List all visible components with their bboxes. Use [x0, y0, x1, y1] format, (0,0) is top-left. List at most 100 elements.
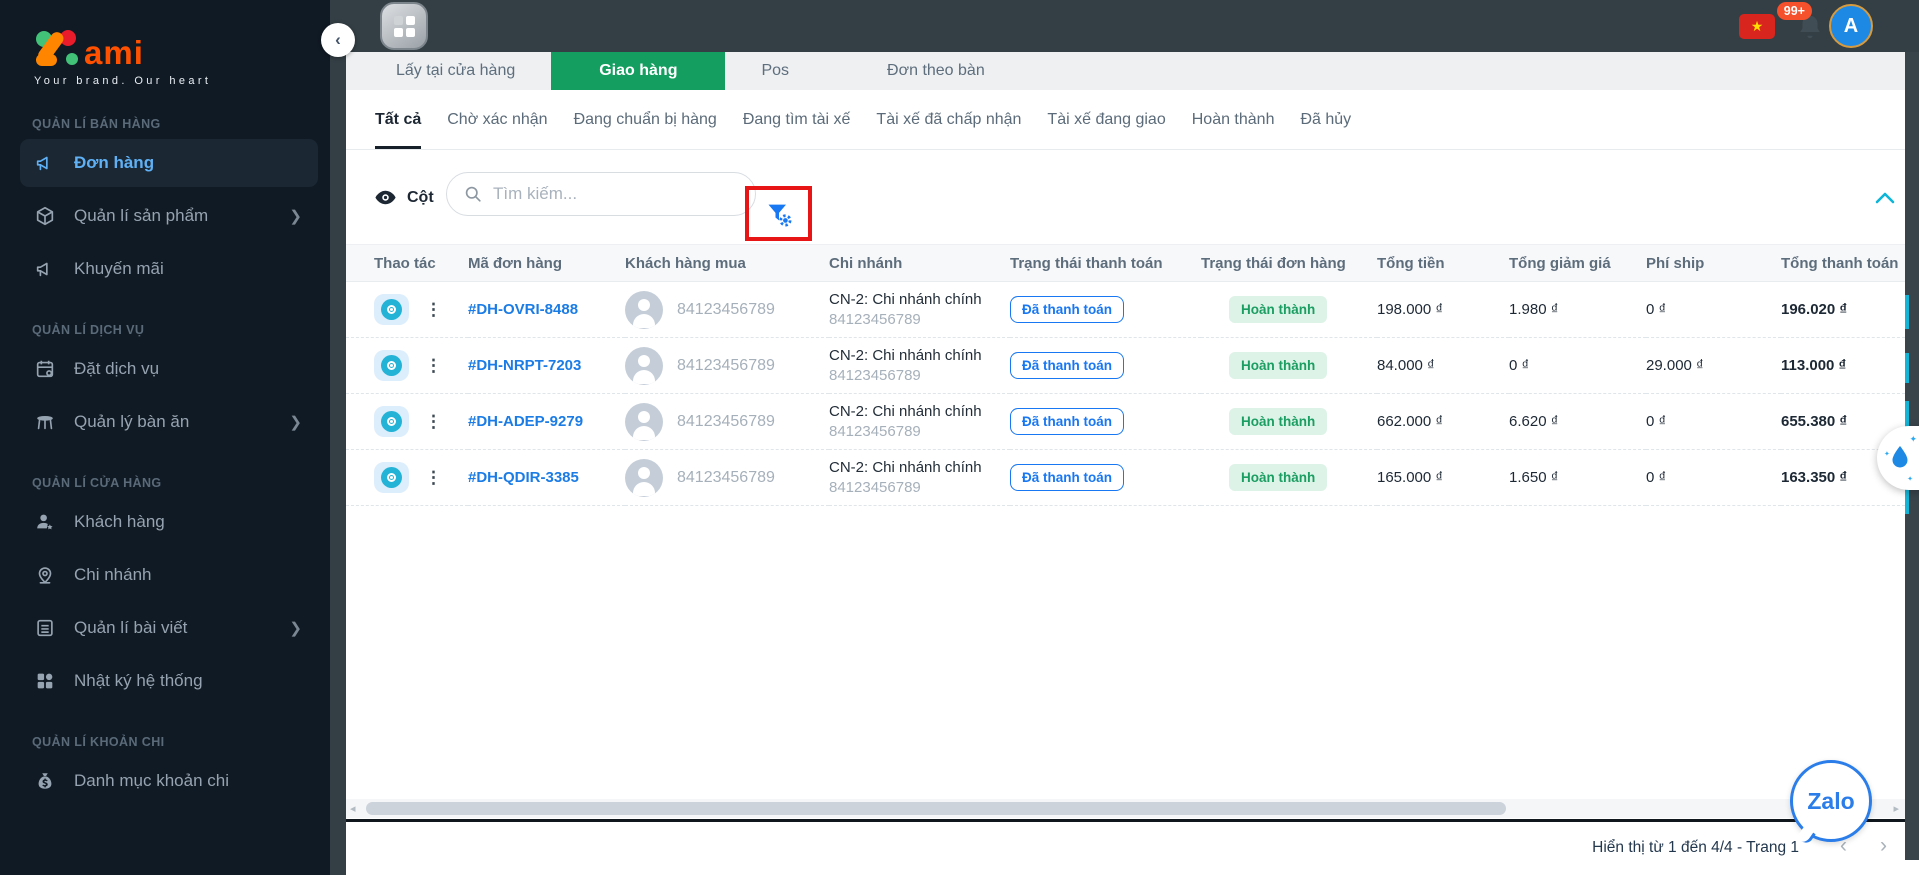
scroll-left-arrow-icon[interactable]: ◂: [350, 802, 356, 815]
order-code-link[interactable]: #DH-NRPT-7203: [468, 357, 581, 374]
sparkle-icon: ✦: [1909, 434, 1917, 444]
payment-status-chip[interactable]: Đã thanh toán: [1010, 464, 1124, 491]
sidebar-item-label: Nhật ký hệ thống: [74, 671, 203, 690]
order-status-badge: Hoàn thành: [1229, 408, 1328, 435]
sidebar-item-quan-li-san-pham[interactable]: Quản lí sản phẩm ❯: [20, 192, 318, 240]
branch-phone: 84123456789: [829, 366, 921, 384]
zami-logo-icon: [36, 30, 78, 66]
brand-logo: ami Your brand. Our heart: [0, 0, 330, 87]
logo-text: ami: [84, 34, 144, 71]
payment-status-chip[interactable]: Đã thanh toán: [1010, 352, 1124, 379]
col-header-trang-thai-don-hang: Trạng thái đơn hàng: [1201, 244, 1377, 282]
eye-icon: [375, 190, 396, 205]
cube-icon: [36, 206, 54, 226]
eye-icon: [381, 355, 402, 376]
pagination-summary: Hiển thị từ 1 đến 4/4 - Trang 1: [1592, 839, 1799, 856]
app-launcher-button[interactable]: [380, 2, 428, 50]
status-tab-tai-xe-da-chap-nhan[interactable]: Tài xế đã chấp nhận: [876, 90, 1021, 149]
ship-fee: 0 ₫: [1646, 413, 1667, 430]
annotation-highlight-box: [745, 186, 812, 241]
horizontal-scrollbar[interactable]: ◂ ▸: [346, 799, 1905, 818]
status-tab-tai-xe-dang-giao[interactable]: Tài xế đang giao: [1047, 90, 1165, 149]
col-header-thao-tac: Thao tác: [346, 244, 468, 282]
status-tab-hoan-thanh[interactable]: Hoàn thành: [1192, 90, 1275, 149]
final-amount: 113.000 ₫: [1781, 357, 1847, 374]
status-tab-dang-chuan-bi-hang[interactable]: Đang chuẩn bị hàng: [574, 90, 717, 149]
sidebar-item-quan-li-bai-viet[interactable]: Quản lí bài viết ❯: [20, 604, 318, 652]
sidebar-item-danh-muc-khoan-chi[interactable]: Danh mục khoản chi: [20, 757, 318, 805]
sidebar-item-quan-ly-ban-an[interactable]: Quản lý bàn ăn ❯: [20, 398, 318, 446]
branch-name: CN-2: Chi nhánh chính: [829, 290, 982, 308]
discount-amount: 1.650 ₫: [1509, 469, 1559, 486]
tab-don-theo-ban[interactable]: Đơn theo bàn: [825, 52, 1047, 90]
row-menu-button[interactable]: ⋮: [425, 357, 442, 374]
user-avatar[interactable]: A: [1829, 4, 1873, 48]
row-menu-button[interactable]: ⋮: [425, 469, 442, 486]
sidebar-collapse-button[interactable]: ‹: [321, 23, 355, 57]
tab-pos[interactable]: Pos: [725, 52, 825, 90]
sidebar-section-sales: QUẢN LÍ BÁN HÀNG: [32, 117, 161, 131]
scroll-accent-segment: [1905, 295, 1909, 329]
map-pin-icon: [38, 567, 52, 584]
order-code-link[interactable]: #DH-OVRI-8488: [468, 301, 578, 318]
megaphone-icon: [36, 156, 48, 171]
sidebar-item-label: Quản lý bàn ăn: [74, 412, 190, 431]
view-order-button[interactable]: [374, 294, 409, 325]
view-order-button[interactable]: [374, 406, 409, 437]
total-amount: 662.000 ₫: [1377, 413, 1444, 430]
scroll-right-arrow-icon[interactable]: ▸: [1893, 802, 1899, 815]
sidebar-item-khuyen-mai[interactable]: Khuyến mãi: [20, 245, 318, 293]
row-menu-button[interactable]: ⋮: [425, 301, 442, 318]
search-input[interactable]: [493, 184, 723, 204]
scroll-accent-segment: [1905, 353, 1909, 383]
order-channel-tabs: Lấy tại cửa hàng Giao hàng Pos Đơn theo …: [346, 52, 1905, 90]
col-header-trang-thai-thanh-toan: Trạng thái thanh toán: [1010, 244, 1201, 282]
table-row: ⋮ #DH-QDIR-3385 84123456789 CN-2: Chi nh…: [346, 450, 1905, 506]
customer-avatar: [625, 290, 663, 329]
order-code-link[interactable]: #DH-QDIR-3385: [468, 469, 579, 486]
vietnam-flag-icon[interactable]: ★: [1739, 14, 1775, 39]
sidebar-item-label: Danh mục khoản chi: [74, 771, 229, 790]
final-amount: 196.020 ₫: [1781, 301, 1848, 318]
status-tab-dang-tim-tai-xe[interactable]: Đang tìm tài xế: [743, 90, 851, 149]
status-tab-da-huy[interactable]: Đã hủy: [1300, 90, 1351, 149]
view-order-button[interactable]: [374, 350, 409, 381]
chevron-up-icon[interactable]: [1874, 190, 1896, 206]
sidebar-item-chi-nhanh[interactable]: Chi nhánh: [20, 551, 318, 599]
pagination-next-button[interactable]: ›: [1880, 834, 1887, 858]
zalo-logo: Zalo: [1807, 787, 1855, 814]
tab-lay-tai-cua-hang[interactable]: Lấy tại cửa hàng: [360, 52, 551, 90]
columns-toggle-button[interactable]: Cột: [374, 186, 434, 209]
grid-icon: [37, 673, 53, 689]
eye-icon: [381, 299, 402, 320]
tab-giao-hang[interactable]: Giao hàng: [551, 52, 726, 90]
customer-phone: 84123456789: [677, 468, 775, 486]
eye-icon: [381, 411, 402, 432]
sidebar-section-services: QUẢN LÍ DỊCH VỤ: [32, 323, 145, 337]
zalo-chat-button[interactable]: Zalo: [1790, 760, 1872, 846]
branch-phone: 84123456789: [829, 478, 921, 496]
sidebar-item-label: Khách hàng: [74, 512, 165, 531]
status-tab-tat-ca[interactable]: Tất cả: [375, 90, 422, 149]
branch-phone: 84123456789: [829, 310, 921, 328]
sidebar-item-don-hang[interactable]: Đơn hàng: [20, 139, 318, 187]
brand-tagline: Your brand. Our heart: [34, 75, 212, 87]
filter-settings-button[interactable]: [759, 194, 799, 234]
sidebar-item-khach-hang[interactable]: Khách hàng: [20, 498, 318, 546]
payment-status-chip[interactable]: Đã thanh toán: [1010, 296, 1124, 323]
view-order-button[interactable]: [374, 462, 409, 493]
horizontal-scrollbar-thumb[interactable]: [366, 802, 1506, 815]
order-status-badge: Hoàn thành: [1229, 464, 1328, 491]
payment-status-chip[interactable]: Đã thanh toán: [1010, 408, 1124, 435]
customer-phone: 84123456789: [677, 356, 775, 374]
order-status-badge: Hoàn thành: [1229, 352, 1328, 379]
total-amount: 198.000 ₫: [1377, 301, 1444, 318]
total-amount: 165.000 ₫: [1377, 469, 1444, 486]
table-toolbar: Cột: [346, 150, 1905, 244]
status-tab-cho-xac-nhan[interactable]: Chờ xác nhận: [447, 90, 547, 149]
sidebar-item-nhat-ky-he-thong[interactable]: Nhật ký hệ thống: [20, 657, 318, 705]
row-menu-button[interactable]: ⋮: [425, 413, 442, 430]
order-code-link[interactable]: #DH-ADEP-9279: [468, 413, 583, 430]
sidebar-item-dat-dich-vu[interactable]: Đặt dịch vụ: [20, 345, 318, 393]
customer-avatar: [625, 402, 663, 441]
